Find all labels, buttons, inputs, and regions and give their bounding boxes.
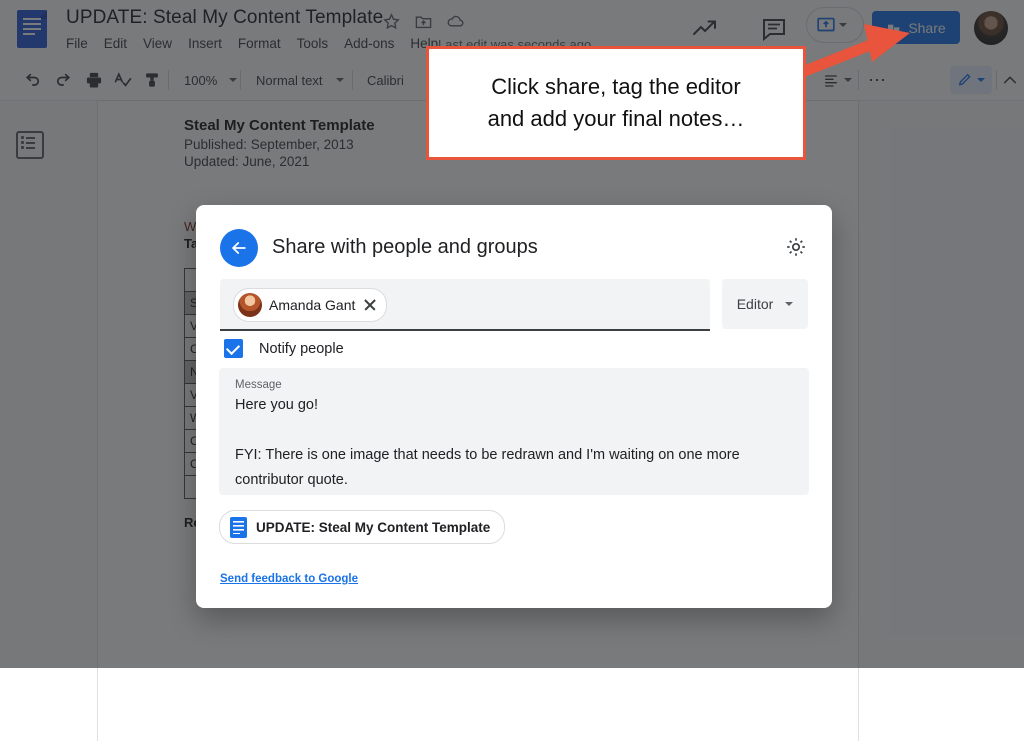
screen-root: UPDATE: Steal My Content Template File E… xyxy=(0,0,1024,741)
share-dialog-header: Share with people and groups xyxy=(196,205,832,281)
google-docs-icon xyxy=(230,516,247,538)
back-arrow-icon[interactable] xyxy=(220,229,258,267)
avatar xyxy=(238,293,262,317)
annotation-line-2: and add your final notes… xyxy=(487,106,745,131)
message-field[interactable]: Message Here you go! FYI: There is one i… xyxy=(219,368,809,495)
notify-people-row[interactable]: Notify people xyxy=(224,339,344,358)
chevron-down-icon[interactable] xyxy=(785,302,794,306)
role-select-value: Editor xyxy=(736,296,774,312)
role-select[interactable]: Editor xyxy=(722,279,808,329)
person-chip[interactable]: Amanda Gant xyxy=(233,288,388,322)
notify-people-checkbox[interactable] xyxy=(224,339,243,358)
attachment-chip-label: UPDATE: Steal My Content Template xyxy=(256,519,491,535)
message-label: Message xyxy=(235,379,282,391)
gear-icon[interactable] xyxy=(784,235,808,259)
annotation-line-1: Click share, tag the editor xyxy=(491,74,741,99)
send-feedback-link[interactable]: Send feedback to Google xyxy=(220,573,358,585)
annotation-callout: Click share, tag the editor and add your… xyxy=(426,46,806,160)
people-input-field[interactable]: Amanda Gant xyxy=(220,279,710,331)
notify-people-label: Notify people xyxy=(259,340,344,357)
share-dialog: Share with people and groups Amanda Gant… xyxy=(196,205,832,608)
remove-person-icon[interactable] xyxy=(362,297,378,313)
attachment-chip[interactable]: UPDATE: Steal My Content Template xyxy=(219,510,506,544)
message-textarea[interactable]: Here you go! FYI: There is one image tha… xyxy=(235,393,793,493)
person-chip-name: Amanda Gant xyxy=(269,297,356,313)
share-dialog-title: Share with people and groups xyxy=(272,236,538,258)
